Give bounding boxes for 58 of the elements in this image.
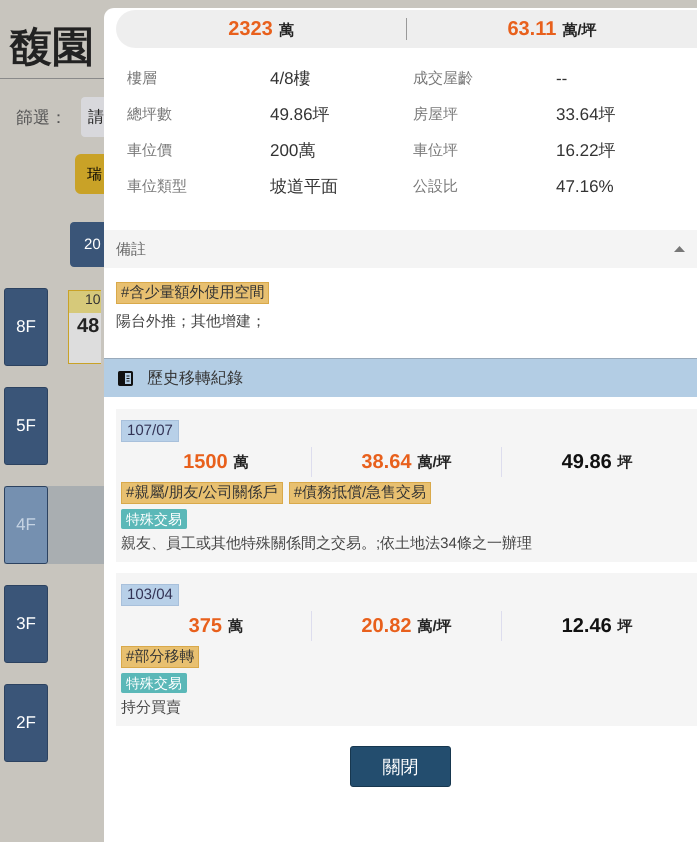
record-unit: 坪 <box>618 452 633 472</box>
record-value: 375 <box>188 614 222 638</box>
special-badge: 特殊交易 <box>121 509 187 529</box>
floor-button[interactable]: 8F <box>4 288 48 366</box>
record-note: 親友、員工或其他特殊關係間之交易。;依土地法34條之一辦理 <box>121 534 532 554</box>
detail-value: 33.64坪 <box>556 104 617 126</box>
record-date: 103/04 <box>121 584 179 606</box>
detail-value: 49.86坪 <box>270 104 331 126</box>
detail-value: -- <box>556 68 568 90</box>
detail-label: 總坪數 <box>127 105 173 125</box>
remark-note: 陽台外推；其他增建； <box>116 312 267 332</box>
record-tag: #債務抵償/急售交易 <box>288 482 432 504</box>
unit-label: 10 <box>69 291 101 313</box>
summary-unit: 萬 <box>278 24 294 38</box>
record-note: 持分買賣 <box>121 698 181 718</box>
detail-value: 47.16% <box>556 176 615 198</box>
floor-button[interactable]: 3F <box>4 585 48 663</box>
special-badge: 特殊交易 <box>121 673 187 693</box>
record-value: 49.86 <box>562 450 612 474</box>
detail-label: 車位類型 <box>127 177 188 197</box>
detail-label: 車位價 <box>127 141 173 161</box>
record-unit: 萬/坪 <box>417 616 452 636</box>
record-unit: 萬 <box>234 452 249 472</box>
record-date: 107/07 <box>121 420 179 442</box>
detail-value: 4/8樓 <box>270 68 312 90</box>
record-value: 20.82 <box>361 614 412 638</box>
detail-value: 200萬 <box>270 140 316 162</box>
detail-label: 公設比 <box>413 177 459 197</box>
record-unit: 坪 <box>618 616 633 636</box>
summary-value: 63.11 <box>507 18 556 40</box>
filter-label: 篩選： <box>16 106 67 128</box>
detail-value: 坡道平面 <box>270 176 339 198</box>
summary-unit: 萬/坪 <box>562 24 597 38</box>
record-unit: 萬/坪 <box>417 452 452 472</box>
record-value: 1500 <box>183 450 228 474</box>
unit-card[interactable]: 10 48 <box>68 290 101 364</box>
unit-price: 48 <box>76 314 100 338</box>
remarks-title: 備註 <box>116 240 146 258</box>
detail-value: 16.22坪 <box>556 140 617 162</box>
record-tag: #部分移轉 <box>121 646 200 668</box>
history-title: 歷史移轉紀錄 <box>147 368 243 388</box>
detail-label: 房屋坪 <box>413 105 459 125</box>
remark-tag: #含少量額外使用空間 <box>116 282 270 304</box>
summary-value: 2323 <box>228 18 273 40</box>
record-value: 38.64 <box>361 450 412 474</box>
detail-label: 樓層 <box>127 69 158 89</box>
record-value: 12.46 <box>562 614 612 638</box>
record-tag: #親屬/朋友/公司關係戶 <box>121 482 283 504</box>
book-icon <box>118 370 133 386</box>
floor-button[interactable]: 2F <box>4 684 48 762</box>
filter-tag[interactable]: 瑞 <box>75 154 104 194</box>
close-button[interactable]: 關閉 <box>350 746 451 787</box>
record-unit: 萬 <box>228 616 244 636</box>
remarks-header[interactable]: 備註 <box>104 230 697 268</box>
year-button[interactable]: 20 <box>70 222 104 267</box>
detail-label: 車位坪 <box>413 141 459 161</box>
detail-label: 成交屋齡 <box>413 69 474 89</box>
floor-button[interactable]: 5F <box>4 387 48 465</box>
